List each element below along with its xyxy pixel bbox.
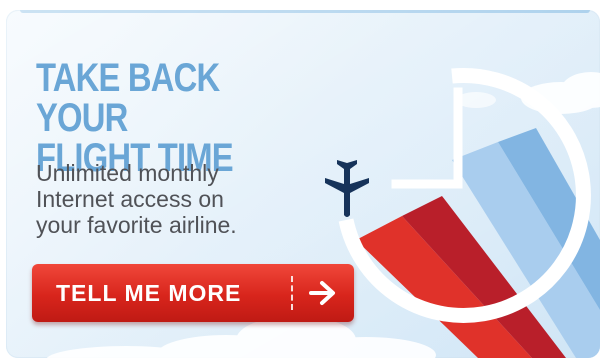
subtext: Unlimited monthly Internet access on you… [36,160,316,238]
top-strip [0,0,602,10]
subtext-line-1: Unlimited monthly [36,160,219,186]
right-arrow-icon [309,281,335,305]
tell-me-more-button[interactable]: TELL ME MORE [32,264,354,322]
subtext-line-3: your favorite airline. [36,212,237,238]
button-divider [291,276,293,310]
subtext-line-2: Internet access on [36,186,224,212]
tell-me-more-label: TELL ME MORE [56,280,242,306]
ad-card: TAKE BACK YOUR FLIGHT TIME Unlimited mon… [6,10,600,358]
flight-wifi-ad[interactable]: TAKE BACK YOUR FLIGHT TIME Unlimited mon… [0,0,602,362]
headline-line-1: TAKE BACK YOUR [36,56,220,140]
